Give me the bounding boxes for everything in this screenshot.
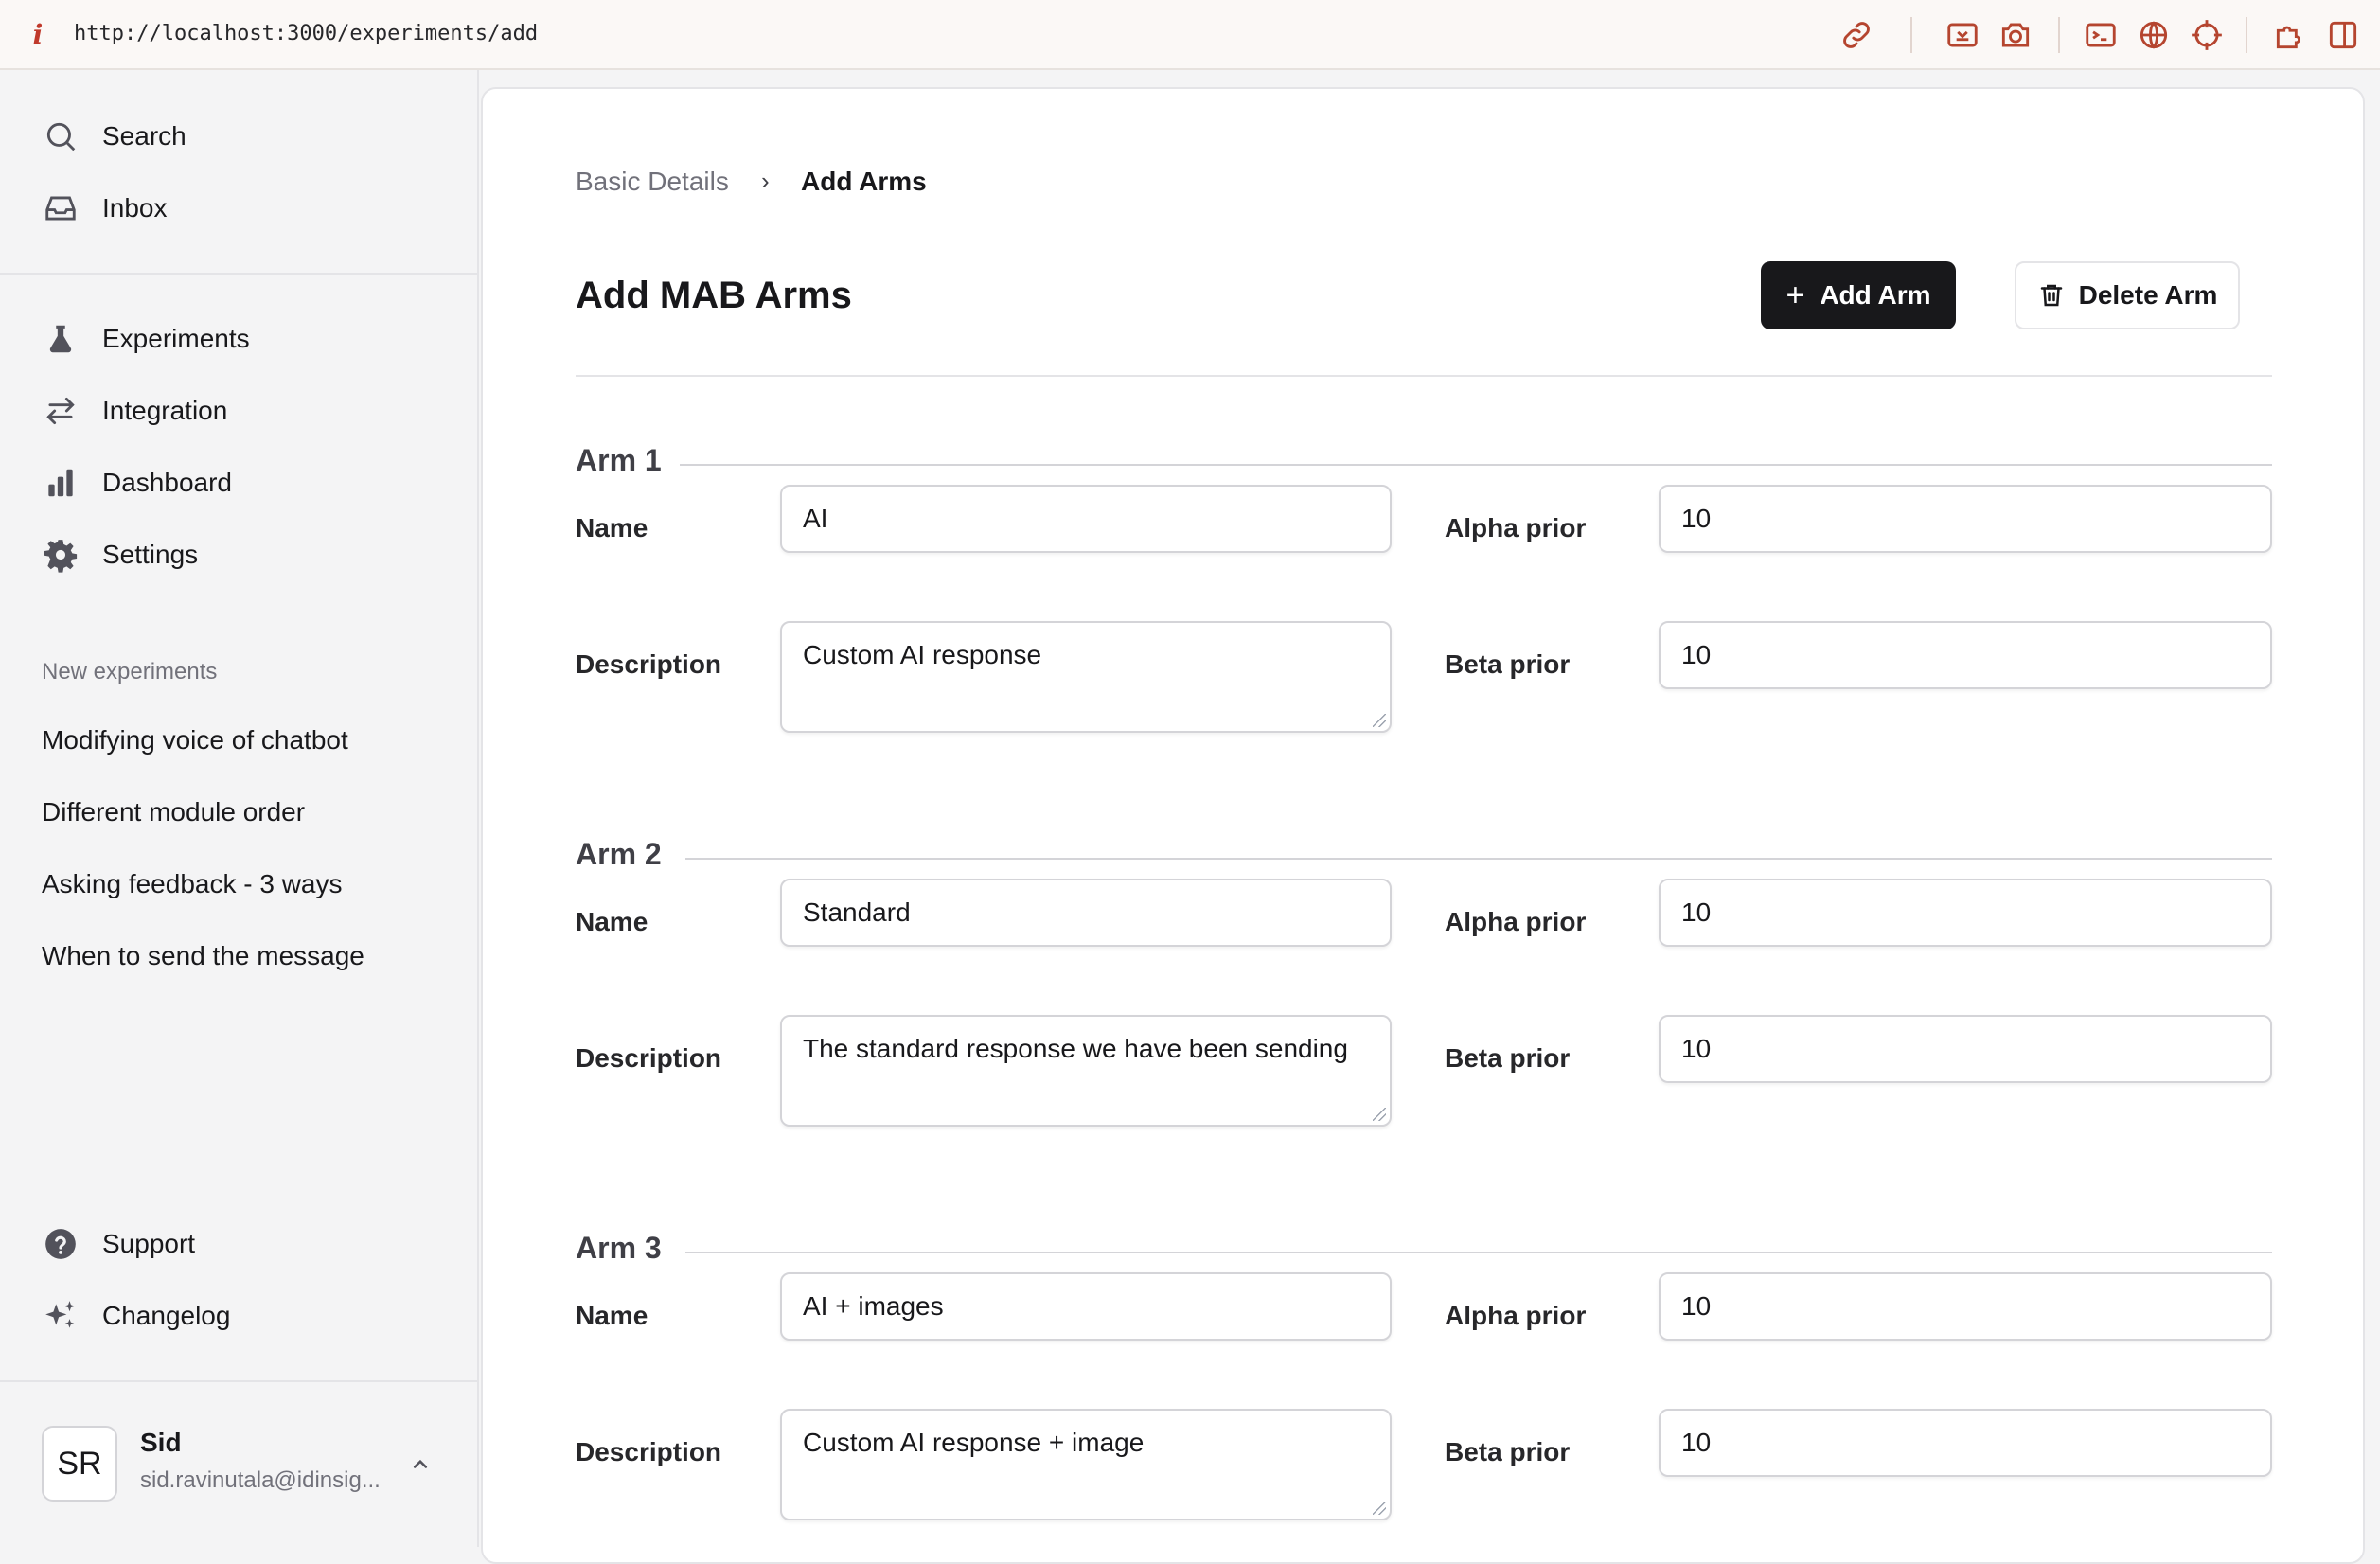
search-icon [42,117,80,155]
arm-section: Arm 2 Name Standard Alpha prior 10 Descr… [576,837,2272,1149]
header-divider [576,375,2272,377]
flask-icon [42,320,80,358]
url-field[interactable]: http://localhost:3000/experiments/add [74,19,538,49]
alpha-prior-label: Alpha prior [1445,513,1587,542]
arm-title: Arm 2 [576,837,679,872]
toolbar-separator [2058,17,2060,53]
sidebar-item-settings[interactable]: Settings [42,528,449,581]
page-title: Add MAB Arms [576,275,852,316]
arm-description-textarea[interactable]: Custom AI response [780,621,1392,733]
toolbar-separator [1910,17,1912,53]
arm-description-textarea[interactable]: Custom AI response + image [780,1409,1392,1520]
arm-divider [685,1252,2272,1253]
sidebar-item-experiments[interactable]: Experiments [42,312,449,365]
alpha-prior-input[interactable]: 10 [1659,485,2272,553]
sidebar-item-search[interactable]: Search [42,110,449,163]
beta-prior-input[interactable]: 10 [1659,1409,2272,1477]
plus-icon: + [1785,276,1805,313]
gear-icon [42,536,80,574]
sidebar-item-support[interactable]: Support [42,1217,449,1271]
section-label-new-experiments: New experiments [42,659,218,684]
sidebar-divider [0,1380,479,1382]
sidebar-item-changelog[interactable]: Changelog [42,1289,449,1342]
add-arm-label: Add Arm [1820,280,1931,310]
sidebar-item-label: Support [102,1229,196,1258]
arm-name-input[interactable]: AI + images [780,1272,1392,1341]
breadcrumb-basic-details[interactable]: Basic Details [576,167,729,197]
beta-prior-label: Beta prior [1445,1043,1571,1073]
arm-description-textarea[interactable]: The standard response we have been sendi… [780,1015,1392,1127]
name-label: Name [576,907,648,936]
beta-prior-label: Beta prior [1445,1437,1571,1466]
sidebar-item-integration[interactable]: Integration [42,384,449,437]
help-circle-icon [42,1225,80,1263]
terminal-icon[interactable] [2083,17,2119,53]
sidebar-divider [0,273,479,275]
sidebar-item-label: Settings [102,540,199,569]
experiment-item[interactable]: Asking feedback - 3 ways [42,869,343,899]
sidebar-item-label: Dashboard [102,468,232,497]
link-icon[interactable] [1838,17,1874,53]
experiment-item[interactable]: Modifying voice of chatbot [42,725,348,755]
breadcrumb-separator: › [761,167,770,195]
main-panel: Basic Details › Add Arms Add MAB Arms + … [481,87,2365,1564]
beta-prior-input[interactable]: 10 [1659,621,2272,689]
experiment-item[interactable]: Different module order [42,797,305,827]
breadcrumb-add-arms: Add Arms [801,167,927,196]
sidebar-item-label: Changelog [102,1301,231,1330]
browser-address-bar: i http://localhost:3000/experiments/add [0,0,2380,70]
arm-title: Arm 1 [576,443,679,478]
site-info-icon[interactable]: i [28,17,47,51]
crosshair-icon[interactable] [2189,17,2225,53]
toolbar-separator [2246,17,2247,53]
sidebar: Search Inbox Experiments Integration Das… [0,70,479,1547]
beta-prior-label: Beta prior [1445,649,1571,679]
alpha-prior-input[interactable]: 10 [1659,1272,2272,1341]
arm-divider [685,858,2272,860]
trash-icon [2040,284,2062,307]
arm-section: Arm 1 Name AI Alpha prior 10 Description… [576,443,2272,755]
user-name: Sid [140,1428,182,1457]
arrows-swap-icon [42,392,80,430]
add-arm-button[interactable]: + Add Arm [1761,261,1956,329]
beta-prior-input[interactable]: 10 [1659,1015,2272,1083]
sidebar-toggle-icon[interactable] [2325,17,2361,53]
sidebar-item-dashboard[interactable]: Dashboard [42,456,449,509]
bar-chart-icon [42,464,80,502]
delete-arm-button[interactable]: Delete Arm [2015,261,2240,329]
camera-icon[interactable] [1998,17,2034,53]
sidebar-item-label: Inbox [102,193,168,222]
extension-icon[interactable] [2272,17,2308,53]
description-label: Description [576,649,722,679]
chevron-up-icon[interactable] [407,1450,434,1477]
delete-arm-label: Delete Arm [2078,280,2218,310]
arm-section: Arm 3 Name AI + images Alpha prior 10 De… [576,1231,2272,1543]
description-label: Description [576,1043,722,1073]
alpha-prior-label: Alpha prior [1445,907,1587,936]
arm-divider [680,464,2272,466]
experiment-item[interactable]: When to send the message [42,941,364,971]
inbox-icon [42,189,80,227]
sidebar-item-label: Search [102,121,186,151]
user-email: sid.ravinutala@idinsig... [140,1467,381,1493]
alpha-prior-label: Alpha prior [1445,1301,1587,1330]
sparkles-icon [42,1297,80,1335]
screenshot-icon[interactable] [1945,17,1980,53]
sidebar-item-label: Integration [102,396,228,425]
arm-name-input[interactable]: AI [780,485,1392,553]
sidebar-item-inbox[interactable]: Inbox [42,182,449,235]
sidebar-item-label: Experiments [102,324,250,353]
description-label: Description [576,1437,722,1466]
alpha-prior-input[interactable]: 10 [1659,879,2272,947]
name-label: Name [576,513,648,542]
name-label: Name [576,1301,648,1330]
arm-title: Arm 3 [576,1231,679,1266]
arm-name-input[interactable]: Standard [780,879,1392,947]
avatar[interactable]: SR [42,1426,117,1502]
globe-icon[interactable] [2136,17,2172,53]
